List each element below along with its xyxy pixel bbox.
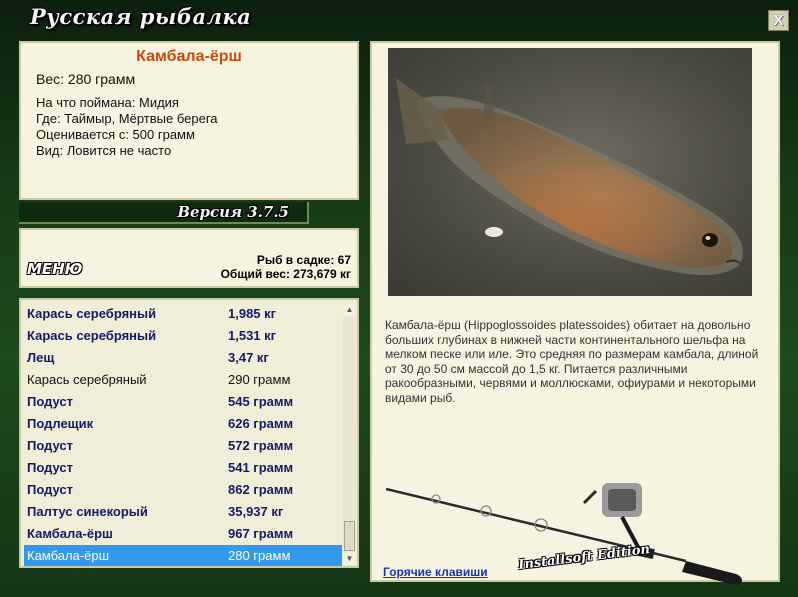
catch-list-item[interactable]: Карась серебряный 1,531 кг bbox=[24, 325, 342, 347]
triangle-up-icon: ▲ bbox=[345, 305, 354, 314]
catch-fish-weight: 967 грамм bbox=[228, 526, 294, 541]
catch-fish-weight: 280 грамм bbox=[228, 548, 291, 563]
catch-fish-weight: 3,47 кг bbox=[228, 350, 269, 365]
flatfish-image bbox=[396, 78, 744, 276]
catch-fish-name: Камбала-ёрш bbox=[27, 526, 113, 541]
catch-fish-name: Подуст bbox=[27, 460, 74, 475]
menu-button[interactable]: МЕНЮ bbox=[27, 260, 82, 278]
catch-fish-weight: 290 грамм bbox=[228, 372, 291, 387]
fish-info-panel: Камбала-ёрш Вес: 280 грамм На что пойман… bbox=[19, 41, 359, 200]
catch-fish-weight: 1,985 кг bbox=[228, 306, 277, 321]
catch-fish-weight: 1,531 кг bbox=[228, 328, 277, 343]
catch-list-item[interactable]: Карась серебряный 1,985 кг bbox=[24, 303, 342, 325]
catch-list-item[interactable]: Подлещик 626 грамм bbox=[24, 413, 342, 435]
fish-name: Камбала-ёрш bbox=[136, 48, 242, 65]
fish-bait: На что поймана: Мидия bbox=[36, 95, 179, 110]
catch-list-item[interactable]: Подуст 545 грамм bbox=[24, 391, 342, 413]
catch-fish-name: Карась серебряный bbox=[27, 306, 157, 321]
total-weight: Общий вес: 273,679 кг bbox=[220, 267, 351, 281]
fish-frequency: Вид: Ловится не часто bbox=[36, 143, 172, 158]
catch-fish-name: Камбала-ёрш bbox=[27, 548, 110, 563]
catch-fish-name: Подлещик bbox=[27, 416, 94, 431]
catch-fish-name: Карась серебряный bbox=[27, 328, 157, 343]
close-button[interactable]: X bbox=[768, 10, 789, 31]
catch-fish-weight: 545 грамм bbox=[228, 394, 294, 409]
catch-fish-weight: 862 грамм bbox=[228, 482, 294, 497]
app-title: Русская рыбалка bbox=[30, 4, 252, 29]
version-bar: Версия 3.7.5 bbox=[19, 202, 309, 224]
catch-fish-weight: 572 грамм bbox=[228, 438, 294, 453]
catch-fish-weight: 541 грамм bbox=[228, 460, 294, 475]
keepnet-stats: Рыб в садке: 67 Общий вес: 273,679 кг bbox=[221, 253, 351, 281]
catch-fish-name: Подуст bbox=[27, 438, 74, 453]
fish-photo bbox=[388, 48, 752, 296]
scroll-up-button[interactable]: ▲ bbox=[343, 303, 356, 316]
catch-fish-name: Карась серебряный bbox=[27, 372, 147, 387]
catch-list-item[interactable]: Подуст 862 грамм bbox=[24, 479, 342, 501]
version-label: Версия 3.7.5 bbox=[177, 203, 289, 221]
catch-fish-name: Лещ bbox=[27, 350, 55, 365]
catch-list-item[interactable]: Палтус синекорый 35,937 кг bbox=[24, 501, 342, 523]
fish-description: Камбала-ёрш (Hippoglossoides platessoide… bbox=[385, 318, 759, 405]
fish-weight: Вес: 280 грамм bbox=[36, 71, 136, 87]
menu-stats-panel: МЕНЮ Рыб в садке: 67 Общий вес: 273,679 … bbox=[19, 228, 359, 288]
catch-list-item[interactable]: Карась серебряный 290 грамм bbox=[24, 369, 342, 391]
catch-list-scrollbar[interactable]: ▲ ▼ bbox=[343, 303, 356, 565]
close-icon: X bbox=[773, 12, 784, 29]
catch-fish-name: Подуст bbox=[27, 394, 74, 409]
catch-fish-name: Палтус синекорый bbox=[27, 504, 148, 519]
catch-list-item[interactable]: Подуст 572 грамм bbox=[24, 435, 342, 457]
fish-description-panel: Камбала-ёрш (Hippoglossoides platessoide… bbox=[370, 41, 780, 585]
catch-list-item[interactable]: Камбала-ёрш 280 грамм bbox=[24, 545, 342, 566]
catch-list-item[interactable]: Подуст 541 грамм bbox=[24, 457, 342, 479]
catch-fish-weight: 626 грамм bbox=[228, 416, 294, 431]
catch-fish-weight: 35,937 кг bbox=[228, 504, 284, 519]
catch-list-item[interactable]: Камбала-ёрш 967 грамм bbox=[24, 523, 342, 545]
scroll-down-button[interactable]: ▼ bbox=[343, 552, 356, 565]
catch-list[interactable]: Карась серебряный 1,985 кг Карась серебрян… bbox=[24, 303, 342, 566]
fish-count: Рыб в садке: 67 bbox=[256, 253, 351, 267]
catch-fish-name: Подуст bbox=[27, 482, 74, 497]
fish-details: На что поймана: Мидия Где: Таймыр, Мёртв… bbox=[36, 95, 218, 159]
catch-list-item[interactable]: Лещ 3,47 кг bbox=[24, 347, 342, 369]
fish-value: Оценивается с: 500 грамм bbox=[36, 127, 195, 142]
catch-list-panel: Карась серебряный 1,985 кг Карась серебрян… bbox=[19, 298, 359, 568]
triangle-down-icon: ▼ bbox=[345, 554, 354, 563]
hotkeys-link[interactable]: Горячие клавиши bbox=[383, 565, 488, 579]
fish-location: Где: Таймыр, Мёртвые берега bbox=[36, 111, 218, 126]
scroll-thumb[interactable] bbox=[344, 521, 355, 551]
